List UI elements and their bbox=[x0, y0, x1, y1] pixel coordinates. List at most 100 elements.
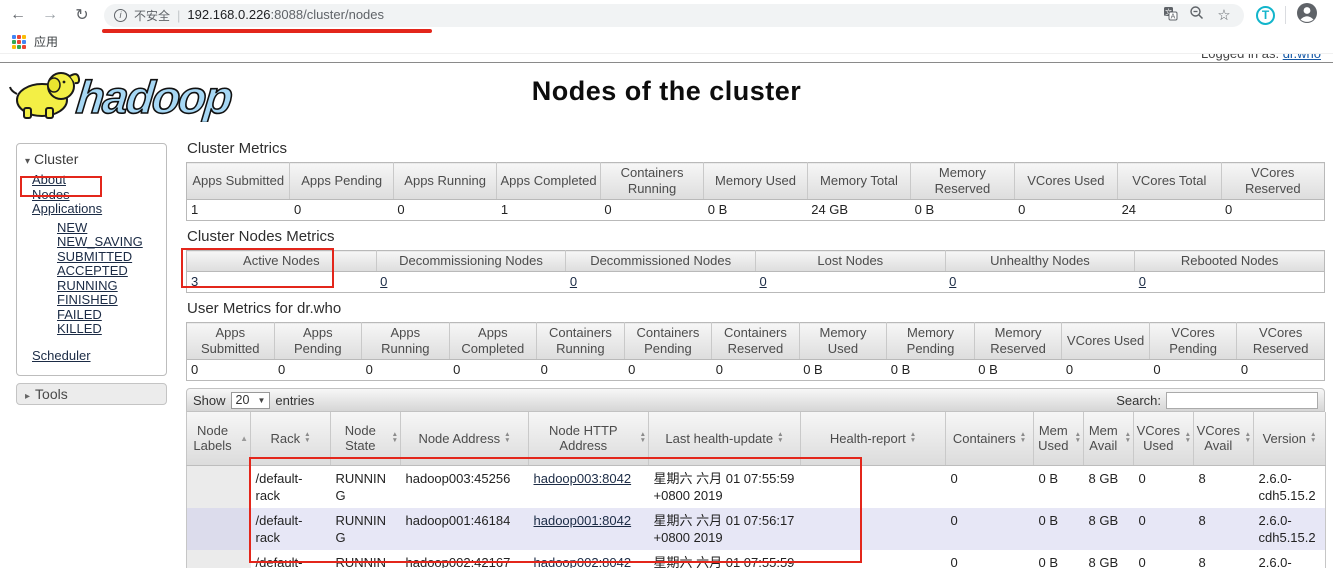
metric-value: 1 bbox=[497, 200, 600, 221]
sidebar-item-running[interactable]: RUNNING bbox=[57, 279, 118, 294]
column-header-last-health-update[interactable]: Last health-update▲▼ bbox=[649, 412, 801, 465]
rebooted-nodes-link[interactable]: 0 bbox=[1139, 274, 1146, 289]
cell-mem-used: 0 B bbox=[1034, 508, 1084, 550]
column-header-node-address[interactable]: Node Address▲▼ bbox=[401, 412, 529, 465]
column-header: VCores Used bbox=[1014, 163, 1117, 200]
sidebar-item-submitted[interactable]: SUBMITTED bbox=[57, 250, 132, 265]
cell-rack: /default-rack bbox=[251, 550, 331, 568]
node-http-link[interactable]: hadoop001:8042 bbox=[534, 513, 632, 528]
metric-value: 0 B bbox=[911, 200, 1014, 221]
cell-node-labels bbox=[187, 550, 251, 568]
metric-value: 0 B bbox=[887, 360, 975, 381]
active-nodes-link[interactable]: 3 bbox=[191, 274, 198, 289]
user-metrics-values-row: 0 0 0 0 0 0 0 0 B 0 B 0 B 0 0 0 bbox=[187, 360, 1325, 381]
search-label: Search: bbox=[1116, 393, 1161, 408]
translate-icon[interactable]: 文A bbox=[1160, 6, 1180, 25]
lost-nodes-link[interactable]: 0 bbox=[759, 274, 766, 289]
collapse-triangle-icon: ▾ bbox=[25, 156, 30, 167]
logged-in-user-link[interactable]: dr.who bbox=[1283, 54, 1321, 61]
column-header-node-labels[interactable]: Node Labels▲ bbox=[187, 412, 251, 465]
cell-version: 2.6.0-cdh5.15.2 bbox=[1254, 550, 1326, 568]
cell-rack: /default-rack bbox=[251, 508, 331, 550]
column-header-rack[interactable]: Rack▲▼ bbox=[251, 412, 331, 465]
column-header-containers[interactable]: Containers▲▼ bbox=[946, 412, 1034, 465]
table-row: /default-rack RUNNING hadoop003:45256 ha… bbox=[187, 465, 1326, 508]
url-domain: 192.168.0.226 bbox=[187, 7, 270, 22]
reload-icon[interactable]: ↻ bbox=[72, 5, 92, 25]
metric-value: 0 B bbox=[704, 200, 807, 221]
page-size-select[interactable]: 20 ▼ bbox=[231, 392, 271, 409]
cell-mem-avail: 8 GB bbox=[1084, 550, 1134, 568]
decommissioning-nodes-link[interactable]: 0 bbox=[380, 274, 387, 289]
cell-containers: 0 bbox=[946, 508, 1034, 550]
sidebar-item-failed[interactable]: FAILED bbox=[57, 308, 102, 323]
back-icon[interactable]: ← bbox=[8, 6, 28, 24]
bookmark-star-icon[interactable]: ☆ bbox=[1214, 6, 1234, 24]
column-header-mem-used[interactable]: Mem Used▲▼ bbox=[1034, 412, 1084, 465]
unhealthy-nodes-link[interactable]: 0 bbox=[949, 274, 956, 289]
column-header: Memory Pending bbox=[887, 323, 975, 360]
sidebar-item-nodes[interactable]: Nodes bbox=[32, 188, 70, 203]
sidebar-item-killed[interactable]: KILLED bbox=[57, 322, 102, 337]
address-bar[interactable]: i 不安全 | 192.168.0.226:8088/cluster/nodes… bbox=[104, 4, 1244, 27]
sidebar-item-scheduler[interactable]: Scheduler bbox=[32, 349, 91, 364]
column-header: Decommissioning Nodes bbox=[376, 251, 566, 272]
sort-icon: ▲▼ bbox=[1245, 432, 1251, 444]
metric-value: 0 bbox=[537, 360, 625, 381]
column-header-vcores-avail[interactable]: VCores Avail▲▼ bbox=[1194, 412, 1254, 465]
column-header: Containers Pending bbox=[624, 323, 712, 360]
extension-icon[interactable]: T bbox=[1256, 6, 1275, 25]
column-header-version[interactable]: Version▲▼ bbox=[1254, 412, 1326, 465]
sort-icon: ▲▼ bbox=[777, 432, 783, 444]
cluster-nodes-metrics-table: Active Nodes Decommissioning Nodes Decom… bbox=[186, 250, 1325, 293]
forward-icon[interactable]: → bbox=[40, 6, 60, 24]
browser-toolbar: ← → ↻ i 不安全 | 192.168.0.226:8088/cluster… bbox=[0, 0, 1333, 30]
sidebar-item-finished[interactable]: FINISHED bbox=[57, 293, 118, 308]
column-header: Decommissioned Nodes bbox=[566, 251, 756, 272]
sort-icon: ▲▼ bbox=[504, 432, 510, 444]
cell-mem-used: 0 B bbox=[1034, 465, 1084, 508]
sidebar-section-cluster[interactable]: ▾Cluster bbox=[17, 148, 166, 173]
column-header: Apps Submitted bbox=[187, 323, 275, 360]
sidebar-section-tools[interactable]: ▸Tools bbox=[16, 383, 167, 405]
sort-icon: ▲▼ bbox=[1125, 432, 1131, 444]
metric-value: 0 bbox=[1062, 360, 1150, 381]
cell-node-address: hadoop001:46184 bbox=[401, 508, 529, 550]
column-header-node-http-address[interactable]: Node HTTP Address▲▼ bbox=[529, 412, 649, 465]
node-http-link[interactable]: hadoop003:8042 bbox=[534, 471, 632, 486]
table-controls-bar: Show 20 ▼ entries Search: bbox=[186, 388, 1325, 412]
sidebar-item-new-saving[interactable]: NEW_SAVING bbox=[57, 235, 143, 250]
metric-value: 0 bbox=[624, 360, 712, 381]
sidebar-item-about[interactable]: About bbox=[32, 173, 66, 188]
bookmark-apps-label[interactable]: 应用 bbox=[34, 33, 58, 50]
cluster-metrics-table: Apps Submitted Apps Pending Apps Running… bbox=[186, 162, 1325, 221]
zoom-out-icon[interactable] bbox=[1187, 5, 1207, 25]
column-header: VCores Reserved bbox=[1221, 163, 1324, 200]
metric-value: 0 bbox=[393, 200, 496, 221]
sidebar-item-applications[interactable]: Applications bbox=[32, 202, 102, 217]
bookmarks-bar: 应用 bbox=[0, 30, 1333, 54]
page-info-icon[interactable]: i bbox=[114, 9, 127, 22]
metric-value: 0 bbox=[290, 200, 393, 221]
page: ← → ↻ i 不安全 | 192.168.0.226:8088/cluster… bbox=[0, 0, 1333, 568]
column-header: Memory Used bbox=[799, 323, 887, 360]
profile-icon[interactable] bbox=[1296, 2, 1318, 29]
decommissioned-nodes-link[interactable]: 0 bbox=[570, 274, 577, 289]
sidebar-item-accepted[interactable]: ACCEPTED bbox=[57, 264, 128, 279]
column-header-node-state[interactable]: Node State▲▼ bbox=[331, 412, 401, 465]
metric-value: 24 bbox=[1118, 200, 1221, 221]
toolbar-divider bbox=[1285, 6, 1286, 24]
column-header-mem-avail[interactable]: Mem Avail▲▼ bbox=[1084, 412, 1134, 465]
column-header: VCores Used bbox=[1062, 323, 1150, 360]
node-http-link[interactable]: hadoop002:8042 bbox=[534, 555, 632, 568]
column-header: Memory Reserved bbox=[974, 323, 1062, 360]
column-header-health-report[interactable]: Health-report▲▼ bbox=[801, 412, 946, 465]
apps-grid-icon[interactable] bbox=[12, 35, 26, 49]
search-input[interactable] bbox=[1166, 392, 1318, 409]
sidebar-item-new[interactable]: NEW bbox=[57, 221, 87, 236]
cell-mem-avail: 8 GB bbox=[1084, 465, 1134, 508]
cluster-metrics-title: Cluster Metrics bbox=[187, 140, 1325, 157]
security-label: 不安全 bbox=[134, 7, 170, 24]
column-header: VCores Pending bbox=[1149, 323, 1237, 360]
column-header-vcores-used[interactable]: VCores Used▲▼ bbox=[1134, 412, 1194, 465]
